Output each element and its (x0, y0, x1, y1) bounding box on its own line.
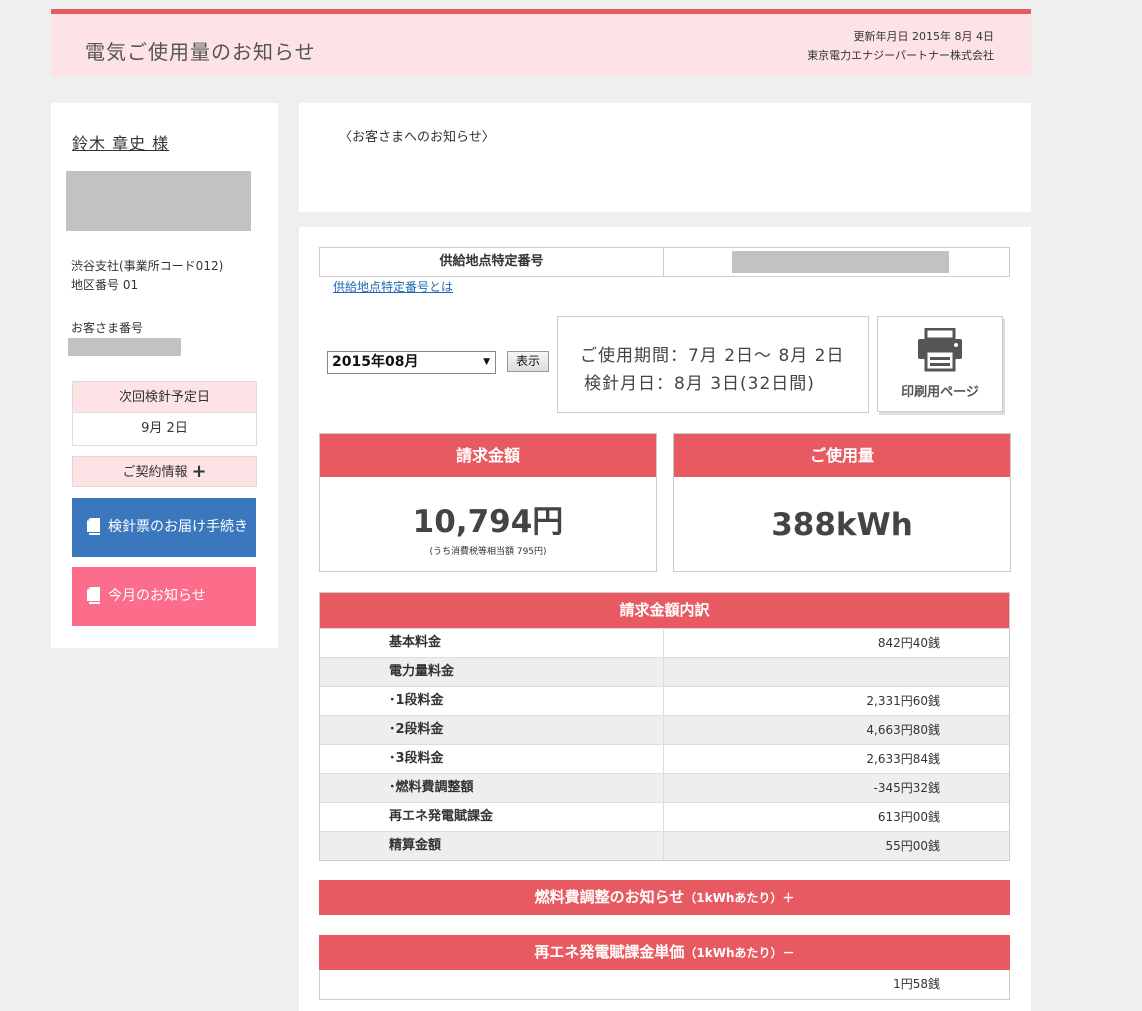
breakdown-row: ･3段料金 2,633円84銭 (320, 744, 1009, 773)
customer-notice-panel: 〈お客さまへのお知らせ〉 (299, 103, 1031, 212)
printer-icon (918, 328, 962, 372)
next-reading-box: 次回検針予定日 9月 2日 (72, 381, 257, 446)
usage-amount: 388kWh (771, 507, 913, 543)
bill-amount: 10,794円 (412, 504, 564, 540)
bill-amount-card: 請求金額 10,794円 (うち消費税等相当額 795円) (319, 433, 657, 572)
main-panel: 供給地点特定番号 供給地点特定番号とは 2015年08月 ▼ 表示 ご使用期間：… (299, 227, 1031, 1011)
breakdown-row: 電力量料金 (320, 657, 1009, 686)
renewable-levy-label: 再エネ発電賦課金単価 (534, 943, 685, 961)
supply-point-label: 供給地点特定番号 (320, 248, 664, 276)
breakdown-value: -345円32銭 (873, 781, 940, 795)
breakdown-label: ･燃料費調整額 (320, 774, 664, 802)
updated-date: 更新年月日 2015年 8月 4日 (853, 30, 994, 43)
redacted-supply-point (732, 251, 949, 273)
customer-number-label: お客さま番号 (71, 321, 144, 335)
supply-point-table: 供給地点特定番号 (319, 247, 1010, 277)
breakdown-value: 613円00銭 (877, 810, 940, 824)
meter-slip-procedure-button[interactable]: 検針票のお届け手続き (72, 498, 256, 557)
contract-info-label: ご契約情報 (122, 465, 188, 480)
month-select[interactable]: 2015年08月 ▼ (327, 351, 496, 374)
month-select-value: 2015年08月 (332, 354, 419, 370)
usage-header: ご使用量 (674, 434, 1010, 477)
supply-point-value (664, 248, 1009, 276)
meter-slip-procedure-label: 検針票のお届け手続き (108, 519, 248, 535)
fuel-adjustment-toggle[interactable]: 燃料費調整のお知らせ（1kWhあたり）＋ (319, 880, 1010, 915)
breakdown-row: 精算金額 55円00銭 (320, 831, 1009, 860)
breakdown-label: ･1段料金 (320, 687, 664, 715)
breakdown-label: 再エネ発電賦課金 (320, 803, 664, 831)
usage-period: ご使用期間：7月 2日〜 8月 2日 (580, 346, 845, 366)
breakdown-row: ･2段料金 4,663円80銭 (320, 715, 1009, 744)
bill-amount-header: 請求金額 (320, 434, 656, 477)
sidebar: 鈴木 章史 様 渋谷支社(事業所コード012) 地区番号 01 お客さま番号 次… (51, 103, 278, 648)
dropdown-arrow-icon: ▼ (483, 357, 490, 367)
redacted-address (66, 171, 251, 231)
consumption-tax: (うち消費税等相当額 795円) (429, 547, 547, 557)
print-page-button[interactable]: 印刷用ページ (877, 316, 1003, 412)
breakdown-row: 再エネ発電賦課金 613円00銭 (320, 802, 1009, 831)
supply-point-help-link[interactable]: 供給地点特定番号とは (333, 278, 453, 295)
page-header: 電気ご使用量のお知らせ 更新年月日 2015年 8月 4日 東京電力エナジーパー… (51, 9, 1031, 76)
breakdown-row: 基本料金 842円40銭 (320, 628, 1009, 657)
breakdown-label: ･2段料金 (320, 716, 664, 744)
breakdown-value: 2,633円84銭 (866, 752, 940, 766)
renewable-levy-unit: （1kWhあたり）－ (684, 946, 795, 960)
area-number: 地区番号 01 (71, 278, 139, 292)
breakdown-value: 842円40銭 (877, 636, 940, 650)
print-page-label: 印刷用ページ (901, 385, 979, 400)
renewable-levy-toggle[interactable]: 再エネ発電賦課金単価（1kWhあたり）－ (319, 935, 1010, 970)
company-name: 東京電力エナジーパートナー株式会社 (807, 49, 994, 62)
billing-breakdown-table: 請求金額内訳 基本料金 842円40銭電力量料金 ･1段料金 2,331円60銭 ･2段… (319, 592, 1010, 861)
breakdown-row: ･1段料金 2,331円60銭 (320, 686, 1009, 715)
usage-period-box: ご使用期間：7月 2日〜 8月 2日 検針月日：8月 3日(32日間) (557, 316, 869, 413)
fuel-adjustment-label: 燃料費調整のお知らせ (534, 888, 685, 906)
contract-info-toggle[interactable]: ご契約情報 + (72, 456, 257, 487)
breakdown-value: 55円00銭 (885, 839, 940, 853)
customer-notice-title: 〈お客さまへのお知らせ〉 (339, 130, 495, 145)
breakdown-value: 2,331円60銭 (866, 694, 940, 708)
billing-breakdown-header: 請求金額内訳 (320, 593, 1009, 628)
monthly-notice-button[interactable]: 今月のお知らせ (72, 567, 256, 626)
breakdown-value (664, 658, 1009, 686)
show-button[interactable]: 表示 (507, 351, 549, 372)
monthly-notice-label: 今月のお知らせ (108, 588, 206, 604)
renewable-levy-value: 1円58銭 (319, 970, 1010, 1000)
usage-card: ご使用量 388kWh (673, 433, 1011, 572)
page-title: 電気ご使用量のお知らせ (85, 40, 316, 64)
document-icon (87, 518, 100, 535)
breakdown-label: 電力量料金 (320, 658, 664, 686)
next-reading-label: 次回検針予定日 (73, 382, 256, 413)
fuel-adjustment-unit: （1kWhあたり）＋ (684, 891, 795, 905)
document-icon (87, 587, 100, 604)
branch-info: 渋谷支社(事業所コード012) (71, 259, 224, 273)
breakdown-label: ･3段料金 (320, 745, 664, 773)
plus-icon: + (191, 461, 207, 482)
reading-date: 検針月日：8月 3日(32日間) (584, 374, 815, 394)
breakdown-value: 4,663円80銭 (866, 723, 940, 737)
redacted-customer-number (68, 338, 181, 356)
next-reading-date: 9月 2日 (141, 421, 188, 436)
breakdown-row: ･燃料費調整額 -345円32銭 (320, 773, 1009, 802)
customer-name: 鈴木 章史 様 (72, 134, 170, 153)
breakdown-label: 精算金額 (320, 832, 664, 860)
breakdown-label: 基本料金 (320, 629, 664, 657)
